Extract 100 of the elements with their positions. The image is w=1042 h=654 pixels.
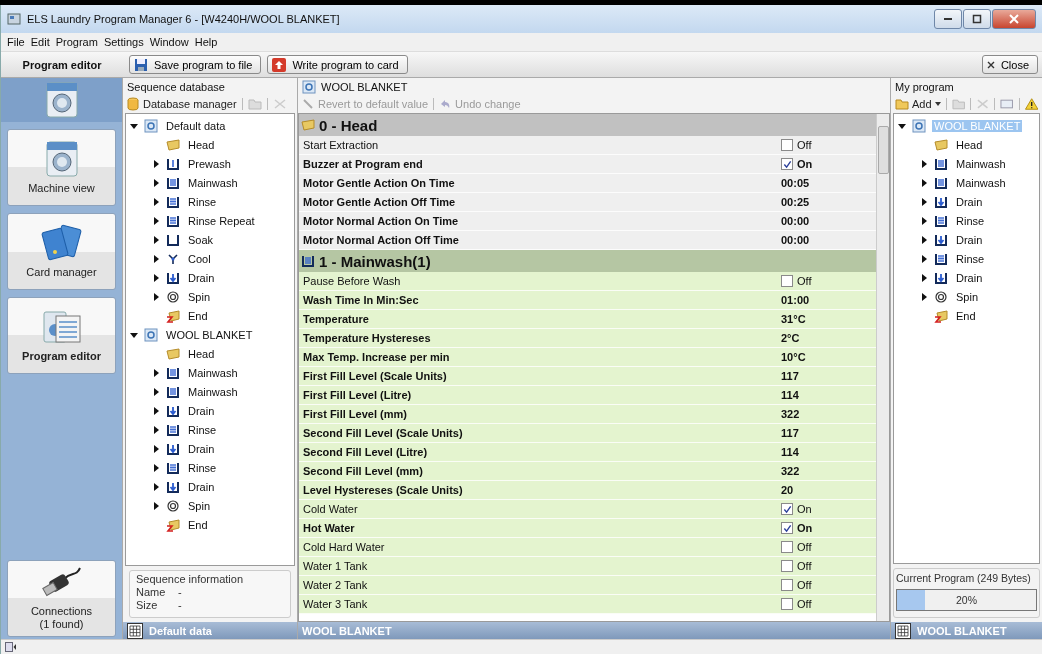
checkbox[interactable] [781, 598, 793, 610]
close-button[interactable]: Close [981, 55, 1038, 74]
checkbox[interactable] [781, 522, 793, 534]
tree-item[interactable]: End [954, 309, 978, 322]
tree-item[interactable]: Soak [186, 233, 216, 246]
parameter-value[interactable]: 117 [781, 427, 799, 439]
tree-item[interactable]: Drain [186, 404, 217, 417]
parameter-value[interactable]: 31°C [781, 313, 806, 325]
parameter-value[interactable]: 00:25 [781, 196, 810, 208]
collapsed-caret-icon[interactable] [152, 482, 160, 491]
tree-item[interactable]: Mainwash [954, 176, 1008, 189]
menu-item[interactable]: Settings [103, 36, 144, 48]
parameter-value[interactable]: 117 [781, 370, 799, 382]
expanded-caret-icon[interactable] [898, 121, 906, 130]
checkbox[interactable] [781, 560, 793, 572]
tree-item[interactable]: End [186, 309, 210, 322]
parameter-value[interactable]: 01:00 [781, 294, 810, 306]
parameter-value[interactable]: 00:05 [781, 177, 810, 189]
checkbox[interactable] [781, 275, 793, 287]
parameter-value[interactable]: 10°C [781, 351, 806, 363]
collapsed-caret-icon[interactable] [920, 197, 928, 206]
tree-item[interactable]: Mainwash [954, 157, 1008, 170]
tree-item[interactable]: WOOL BLANKET [164, 328, 255, 341]
parameter-value[interactable]: 114 [781, 446, 799, 458]
tree-item[interactable]: Rinse [186, 461, 219, 474]
collapsed-caret-icon[interactable] [152, 273, 160, 282]
tree-item[interactable]: Spin [186, 290, 213, 303]
tree-item[interactable]: Spin [186, 499, 213, 512]
tree-item[interactable]: Rinse [186, 195, 219, 208]
nav-button[interactable]: Machine view [7, 129, 116, 206]
collapsed-caret-icon[interactable] [920, 292, 928, 301]
collapsed-caret-icon[interactable] [152, 159, 160, 168]
scrollbar[interactable] [876, 114, 889, 621]
collapsed-caret-icon[interactable] [152, 178, 160, 187]
connections-button[interactable]: Connections (1 found) [7, 560, 116, 637]
collapsed-caret-icon[interactable] [920, 254, 928, 263]
tree-item[interactable]: Cool [186, 252, 213, 265]
collapsed-caret-icon[interactable] [152, 368, 160, 377]
tree-item[interactable]: Head [186, 347, 217, 360]
collapsed-caret-icon[interactable] [152, 425, 160, 434]
tree-item[interactable]: Mainwash [186, 366, 240, 379]
close-window-button[interactable] [992, 9, 1036, 29]
database-manager-button[interactable]: Database manager [127, 97, 237, 111]
tree-item[interactable]: Prewash [186, 157, 233, 170]
parameter-value[interactable]: 322 [781, 408, 800, 420]
collapsed-caret-icon[interactable] [920, 178, 928, 187]
collapsed-caret-icon[interactable] [152, 197, 160, 206]
collapsed-caret-icon[interactable] [152, 387, 160, 396]
menu-item[interactable]: Window [149, 36, 189, 48]
tree-item[interactable]: Rinse Repeat [186, 214, 257, 227]
collapsed-caret-icon[interactable] [152, 235, 160, 244]
nav-button[interactable]: Program editor [7, 297, 116, 374]
save-button[interactable]: Save program to file [129, 55, 262, 74]
checkbox[interactable] [781, 541, 793, 553]
write-button[interactable]: Write program to card [267, 55, 408, 74]
checkbox[interactable] [781, 503, 793, 515]
tree-item[interactable]: Mainwash [186, 385, 240, 398]
menu-item[interactable]: Edit [30, 36, 50, 48]
tree-item[interactable]: Head [954, 138, 985, 151]
tree-item[interactable]: Rinse [186, 423, 219, 436]
expanded-caret-icon[interactable] [130, 121, 138, 130]
tree-item[interactable]: Drain [186, 271, 217, 284]
parameter-value[interactable]: 114 [781, 389, 799, 401]
checkbox[interactable] [781, 158, 793, 170]
collapsed-caret-icon[interactable] [152, 292, 160, 301]
checkbox[interactable] [781, 139, 793, 151]
collapsed-caret-icon[interactable] [920, 235, 928, 244]
parameter-value[interactable]: 00:00 [781, 234, 810, 246]
menu-item[interactable]: Help [194, 36, 218, 48]
parameter-value[interactable]: 322 [781, 465, 800, 477]
tree-item[interactable]: Rinse [954, 214, 987, 227]
checkbox[interactable] [781, 579, 793, 591]
collapsed-caret-icon[interactable] [152, 254, 160, 263]
tree-item[interactable]: Drain [954, 271, 985, 284]
collapsed-caret-icon[interactable] [920, 159, 928, 168]
tree-item[interactable]: Spin [954, 290, 981, 303]
tree-item[interactable]: Drain [186, 480, 217, 493]
maximize-button[interactable] [963, 9, 991, 29]
minimize-button[interactable] [934, 9, 962, 29]
tree-item[interactable]: Drain [954, 195, 985, 208]
parameter-value[interactable]: 2°C [781, 332, 800, 344]
nav-button[interactable]: Card manager [7, 213, 116, 290]
parameter-value[interactable]: 00:00 [781, 215, 810, 227]
tree-item[interactable]: Drain [954, 233, 985, 246]
collapsed-caret-icon[interactable] [152, 406, 160, 415]
collapsed-caret-icon[interactable] [152, 463, 160, 472]
parameter-value[interactable]: 20 [781, 484, 794, 496]
tree-item[interactable]: Mainwash [186, 176, 240, 189]
tree-item[interactable]: Drain [186, 442, 217, 455]
collapsed-caret-icon[interactable] [920, 216, 928, 225]
expanded-caret-icon[interactable] [130, 330, 138, 339]
menu-item[interactable]: File [7, 36, 25, 48]
collapsed-caret-icon[interactable] [920, 273, 928, 282]
menu-item[interactable]: Program [55, 36, 98, 48]
warning-icon[interactable] [1024, 98, 1038, 110]
tree-item[interactable]: Head [186, 138, 217, 151]
collapsed-caret-icon[interactable] [152, 216, 160, 225]
add-button[interactable]: Add [895, 98, 941, 110]
collapsed-caret-icon[interactable] [152, 444, 160, 453]
tree-item[interactable]: End [186, 518, 210, 531]
